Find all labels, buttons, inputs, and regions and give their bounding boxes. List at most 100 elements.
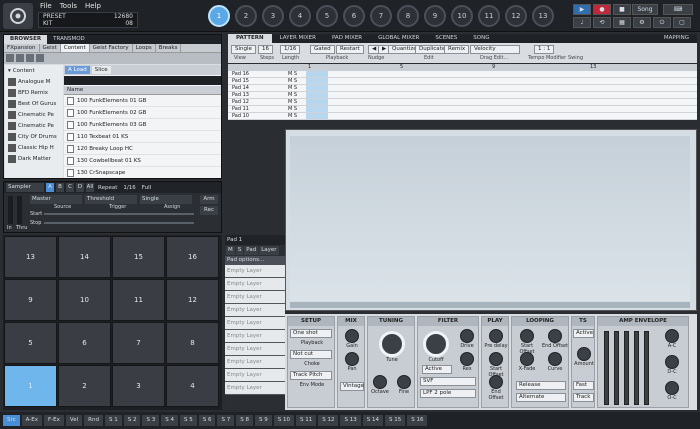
pad-knob-1[interactable]: 1 xyxy=(208,5,230,27)
full-button[interactable]: Full xyxy=(140,185,153,191)
remix-button[interactable]: Remix xyxy=(444,45,470,54)
list-item[interactable]: 100 FunkElements 03 GB xyxy=(64,119,221,131)
bottom-s1[interactable]: S 1 xyxy=(104,415,122,426)
step-cell[interactable] xyxy=(306,71,328,77)
bottom-rnd[interactable]: Rnd xyxy=(84,415,103,426)
env-slider-attack[interactable] xyxy=(604,331,609,405)
tab-scenes[interactable]: SCENES xyxy=(427,34,465,43)
layer-item[interactable]: Empty Layer xyxy=(225,317,285,330)
bottom-s15[interactable]: S 15 xyxy=(384,415,406,426)
release-button[interactable]: Release xyxy=(516,381,566,390)
loop-end-offset-knob[interactable]: End Offset xyxy=(541,329,569,349)
waveform-editor[interactable] xyxy=(285,129,697,311)
add-icon[interactable] xyxy=(16,54,24,62)
fine-knob[interactable]: Fine xyxy=(394,375,414,395)
step-cell[interactable] xyxy=(306,78,328,84)
layer-item[interactable]: Empty Layer xyxy=(225,369,285,382)
layer-item[interactable]: Empty Layer xyxy=(225,343,285,356)
track-row[interactable]: Pad 11 M S xyxy=(228,106,697,113)
pad-3[interactable]: 3 xyxy=(112,365,165,407)
a-load-button[interactable]: A Load xyxy=(65,66,90,74)
bottom-a-ex[interactable]: A-Ex xyxy=(21,415,43,426)
pad-15[interactable]: 15 xyxy=(112,236,165,278)
layer-item[interactable]: Empty Layer xyxy=(225,304,285,317)
track-row[interactable]: Pad 13 M S xyxy=(228,92,697,99)
pad-knob-8[interactable]: 8 xyxy=(397,5,419,27)
sampler-mode-select[interactable]: Sampler xyxy=(6,183,44,192)
layer-item[interactable]: Empty Layer xyxy=(225,356,285,369)
mute-button[interactable]: M xyxy=(226,246,235,255)
pad-knob-3[interactable]: 3 xyxy=(262,5,284,27)
bottom-s11[interactable]: S 11 xyxy=(295,415,317,426)
subtab-geist[interactable]: Geist xyxy=(40,44,61,52)
bottom-s4[interactable]: S 4 xyxy=(161,415,178,426)
filter-mode-select[interactable]: LPF 2 pole xyxy=(420,389,476,398)
pad-knob-9[interactable]: 9 xyxy=(424,5,446,27)
bank-all-button[interactable]: All xyxy=(86,183,94,192)
pre-delay-knob[interactable]: Pre delay xyxy=(483,329,509,349)
track-pitch-button[interactable]: Track Pitch xyxy=(290,371,332,380)
song-button[interactable]: Song xyxy=(632,4,658,15)
pad-knob-13[interactable]: 13 xyxy=(532,5,554,27)
bottom-s14[interactable]: S 14 xyxy=(362,415,383,426)
list-item[interactable]: 100 FunkElements 02 GB xyxy=(64,107,221,119)
tab-layer-mixer[interactable]: LAYER MIXER xyxy=(272,34,324,43)
layer-item[interactable]: Empty Layer xyxy=(225,382,285,395)
pad-9[interactable]: 9 xyxy=(4,279,57,321)
menu-tools[interactable]: Tools xyxy=(60,2,77,10)
layer-item[interactable]: Empty Layer xyxy=(225,278,285,291)
menu-file[interactable]: File xyxy=(40,2,52,10)
env-slider-decay[interactable] xyxy=(624,331,629,405)
tree-item[interactable]: Dark Matter xyxy=(5,153,63,164)
ac-knob[interactable]: A-C xyxy=(658,329,686,349)
bottom-s8[interactable]: S 8 xyxy=(236,415,253,426)
bottom-s16[interactable]: S 16 xyxy=(407,415,428,426)
bottom-s3[interactable]: S 3 xyxy=(142,415,160,426)
bank-b-button[interactable]: B xyxy=(56,183,64,192)
env-slider-sustain[interactable] xyxy=(634,331,639,405)
pad-11[interactable]: 11 xyxy=(112,279,165,321)
octave-knob[interactable]: Octave xyxy=(370,375,390,395)
bank-d-button[interactable]: D xyxy=(76,183,84,192)
step-cell[interactable] xyxy=(306,99,328,105)
tab-pad-mixer[interactable]: PAD MIXER xyxy=(324,34,370,43)
tab-transmod[interactable]: TRANSMOD xyxy=(47,35,91,44)
env-slider-release[interactable] xyxy=(644,331,649,405)
repeat-select[interactable]: 1/16 xyxy=(121,185,137,191)
pad-knob-2[interactable]: 2 xyxy=(235,5,257,27)
bank-a-button[interactable]: A xyxy=(46,183,54,192)
rec-button[interactable]: Rec xyxy=(200,206,218,215)
pad-12[interactable]: 12 xyxy=(166,279,219,321)
view-button[interactable]: ▢ xyxy=(673,17,691,28)
track-row[interactable]: Pad 12 M S xyxy=(228,99,697,106)
waveform-display[interactable] xyxy=(290,136,690,301)
slice-button[interactable]: Slice xyxy=(91,66,111,74)
pad-4[interactable]: 4 xyxy=(166,365,219,407)
tree-item[interactable]: BFD Remix xyxy=(5,87,63,98)
ts-track-button[interactable]: Track xyxy=(573,393,594,402)
tab-song[interactable]: SONG xyxy=(465,34,497,43)
track-row[interactable]: Pad 10 M S xyxy=(228,113,697,120)
list-item[interactable]: 130 Cowbellbeat 01 KS xyxy=(64,155,221,167)
dc-knob[interactable]: D-C xyxy=(658,355,686,375)
step-cell[interactable] xyxy=(306,106,328,112)
tree-item[interactable]: Cinematic Pe xyxy=(5,120,63,131)
cutoff-knob[interactable]: Cutoff xyxy=(420,331,452,363)
layer-button[interactable]: Layer xyxy=(259,246,279,255)
solo-button[interactable]: S xyxy=(235,246,244,255)
choke-select[interactable]: Not cut xyxy=(290,350,332,359)
gain-knob[interactable]: Gain xyxy=(340,329,364,349)
arm-button[interactable]: Arm xyxy=(200,195,218,204)
pad-button[interactable]: Pad xyxy=(244,246,259,255)
res-knob[interactable]: Res xyxy=(456,352,478,372)
pad-6[interactable]: 6 xyxy=(58,322,111,364)
pad-14[interactable]: 14 xyxy=(58,236,111,278)
drag-edit-select[interactable]: Velocity xyxy=(470,45,520,54)
pad-knob-12[interactable]: 12 xyxy=(505,5,527,27)
pad-8[interactable]: 8 xyxy=(166,322,219,364)
list-item[interactable]: 110 Texbeat 01 KS xyxy=(64,131,221,143)
trigger-select[interactable]: Threshold xyxy=(85,195,137,204)
bottom-s5[interactable]: S 5 xyxy=(179,415,197,426)
subtab-content[interactable]: Content xyxy=(60,44,90,52)
pad-knob-7[interactable]: 7 xyxy=(370,5,392,27)
